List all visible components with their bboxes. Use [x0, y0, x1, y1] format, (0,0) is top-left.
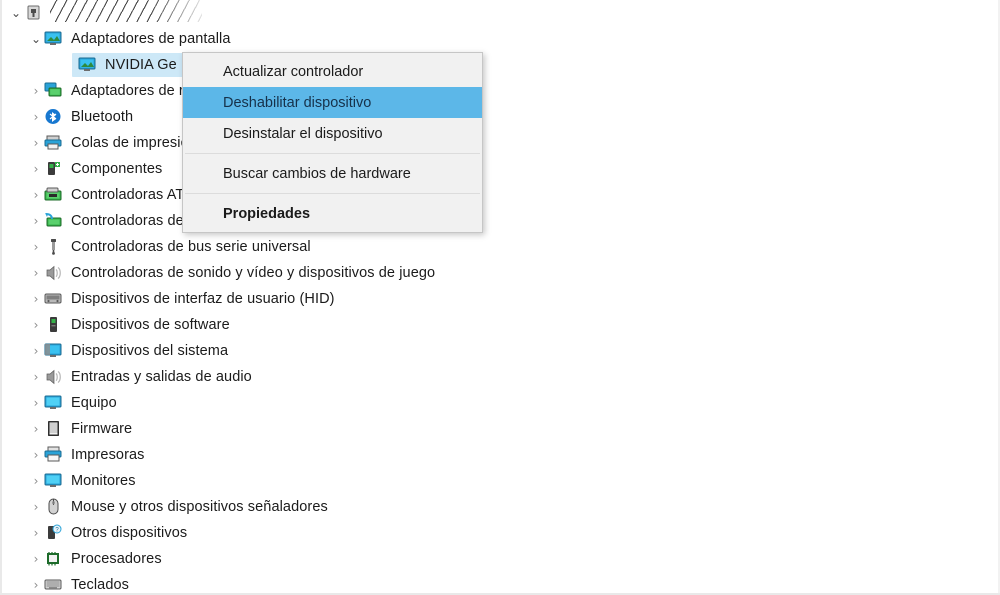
tree-item-label: Impresoras [71, 447, 145, 463]
monitor-icon [44, 472, 64, 490]
expander-closed-icon[interactable]: › [28, 163, 44, 175]
expander-closed-icon[interactable]: › [28, 293, 44, 305]
tree-item[interactable]: › Monitores [0, 468, 700, 494]
expander-closed-icon[interactable]: › [28, 267, 44, 279]
tree-item-label: Dispositivos de software [71, 317, 230, 333]
tree-item[interactable]: › Impresoras [0, 442, 700, 468]
tree-item-label: Componentes [71, 161, 163, 177]
tree-item-label: Adaptadores de pantalla [71, 31, 231, 47]
tree-item-label: Controladoras de sonido y vídeo y dispos… [71, 265, 436, 281]
tree-item[interactable]: › Teclados [0, 572, 700, 595]
ide-controller-icon [44, 186, 64, 204]
storage-controller-icon [44, 212, 64, 230]
network-adapter-icon [44, 82, 64, 100]
tree-item[interactable]: › Dispositivos de interfaz de usuario (HI… [0, 286, 700, 312]
context-menu-item[interactable]: Actualizar controlador [183, 56, 482, 87]
tree-item[interactable]: › Dispositivos del sistema [0, 338, 700, 364]
components-icon [44, 160, 64, 178]
hid-icon [44, 290, 64, 308]
expander-closed-icon[interactable]: › [28, 501, 44, 513]
tree-item[interactable]: › Dispositivos de software [0, 312, 700, 338]
expander-closed-icon[interactable]: › [28, 319, 44, 331]
expander-closed-icon[interactable]: › [28, 397, 44, 409]
tree-item-label: Dispositivos del sistema [71, 343, 229, 359]
tree-item-label: Adaptadores de red [71, 83, 201, 99]
tree-item-label: NVIDIA Ge [105, 57, 177, 73]
audio-io-icon [44, 368, 64, 386]
expander-closed-icon[interactable]: › [28, 423, 44, 435]
computer-monitor-icon [44, 394, 64, 412]
tree-item[interactable]: ⌄ Adaptadores de pantalla [0, 26, 700, 52]
expander-closed-icon[interactable]: › [28, 215, 44, 227]
context-menu-separator [185, 193, 480, 194]
tree-item[interactable]: › Firmware [0, 416, 700, 442]
processor-icon [44, 550, 64, 568]
tree-item-label: Bluetooth [71, 109, 134, 125]
system-device-icon [44, 342, 64, 360]
tree-item-label: Monitores [71, 473, 136, 489]
tree-item[interactable]: › Procesadores [0, 546, 700, 572]
expander-closed-icon[interactable]: › [28, 449, 44, 461]
printer-icon [44, 446, 64, 464]
expander-closed-icon[interactable]: › [28, 553, 44, 565]
print-queue-icon [44, 134, 64, 152]
expander-open-icon[interactable]: ⌄ [28, 33, 44, 45]
tree-item-label: Teclados [71, 577, 130, 593]
keyboard-icon [44, 576, 64, 594]
tree-item-label: Otros dispositivos [71, 525, 188, 541]
software-device-icon [44, 316, 64, 334]
tree-item-label: Entradas y salidas de audio [71, 369, 252, 385]
tree-item[interactable]: › Controladoras de bus serie universal [0, 234, 700, 260]
display-adapter-icon [44, 30, 64, 48]
tree-item-label: Dispositivos de interfaz de usuario (HID… [71, 291, 335, 307]
tree-item[interactable]: ›? Otros dispositivos [0, 520, 700, 546]
display-adapter-icon [78, 56, 98, 74]
sound-controller-icon [44, 264, 64, 282]
context-menu-item[interactable]: Propiedades [183, 198, 482, 229]
tree-item[interactable]: › Equipo [0, 390, 700, 416]
expander-closed-icon[interactable]: › [28, 137, 44, 149]
tree-item-label: Equipo [71, 395, 117, 411]
context-menu-separator [185, 153, 480, 154]
tree-item-label: Colas de impresión [71, 135, 197, 151]
tree-root-row[interactable]: ⌄ [0, 0, 700, 26]
expander-open-icon[interactable]: ⌄ [8, 7, 24, 19]
expander-closed-icon[interactable]: › [28, 241, 44, 253]
context-menu-item[interactable]: Deshabilitar dispositivo [183, 87, 482, 118]
usb-controller-icon [44, 238, 64, 256]
computer-icon [24, 4, 44, 22]
context-menu[interactable]: Actualizar controlador Deshabilitar dispo… [182, 52, 483, 233]
tree-item-label: Controladoras de bus serie universal [71, 239, 311, 255]
expander-closed-icon[interactable]: › [28, 189, 44, 201]
expander-closed-icon[interactable]: › [28, 475, 44, 487]
expander-closed-icon[interactable]: › [28, 527, 44, 539]
expander-closed-icon[interactable]: › [28, 579, 44, 591]
tree-item-label: Mouse y otros dispositivos señaladores [71, 499, 328, 515]
tree-item[interactable]: › Controladoras de sonido y vídeo y dispo… [0, 260, 700, 286]
device-manager-screen: ⌄ ⌄ Adaptadores de pantalla › NVIDIA Ge › Adap… [0, 0, 1000, 595]
expander-closed-icon[interactable]: › [28, 371, 44, 383]
expander-closed-icon[interactable]: › [28, 85, 44, 97]
tree-item-label: Firmware [71, 421, 133, 437]
bluetooth-icon [44, 108, 64, 126]
mouse-icon [44, 498, 64, 516]
context-menu-item[interactable]: Desinstalar el dispositivo [183, 118, 482, 149]
firmware-icon [44, 420, 64, 438]
tree-item-label: Procesadores [71, 551, 162, 567]
other-device-icon: ? [44, 524, 64, 542]
expander-closed-icon[interactable]: › [28, 111, 44, 123]
context-menu-item[interactable]: Buscar cambios de hardware [183, 158, 482, 189]
expander-closed-icon[interactable]: › [28, 345, 44, 357]
tree-item[interactable]: › Entradas y salidas de audio [0, 364, 700, 390]
tree-item[interactable]: › Mouse y otros dispositivos señaladores [0, 494, 700, 520]
